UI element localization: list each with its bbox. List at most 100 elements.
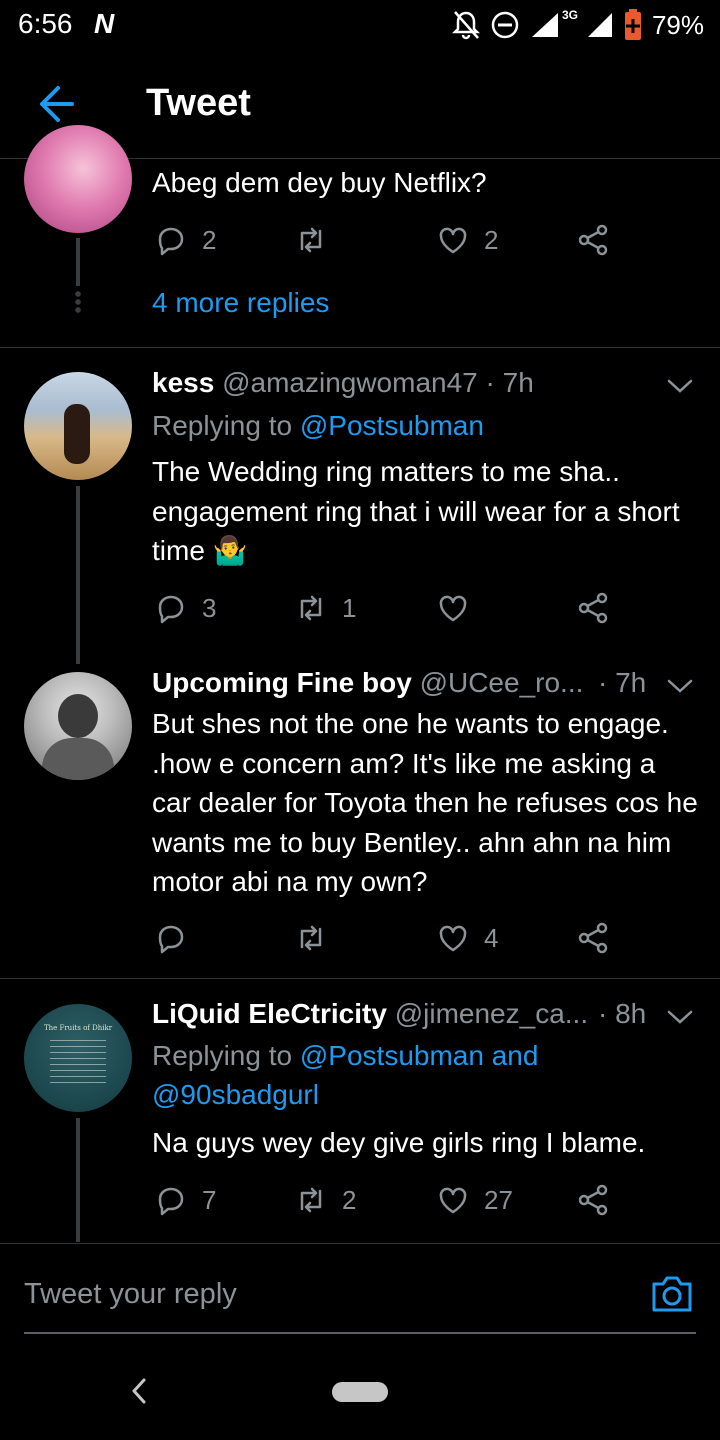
author-name[interactable]: LiQuid EleCtricity: [152, 998, 387, 1029]
heart-icon: [439, 925, 467, 952]
avatar[interactable]: The Fruits of Dhikr: [24, 1004, 132, 1112]
retweet-button[interactable]: 2: [294, 1180, 356, 1220]
avatar-figure: [64, 404, 90, 464]
thread-dots-icon: [74, 290, 82, 314]
reply-icon: [158, 925, 184, 954]
tweet-time: · 7h: [598, 667, 647, 698]
tweet-actions: 4: [152, 918, 672, 958]
reply-icon: [158, 1187, 184, 1216]
reply-count: 3: [202, 592, 217, 623]
replying-prefix: Replying to: [152, 1040, 293, 1071]
heart-icon: [439, 1187, 467, 1214]
chevron-down-icon[interactable]: [666, 376, 694, 396]
reply-input[interactable]: Tweet your reply: [24, 1278, 237, 1311]
nav-back-icon[interactable]: [128, 1376, 150, 1406]
like-button[interactable]: 4: [436, 918, 498, 958]
share-button[interactable]: [576, 918, 610, 958]
reply-composer: Tweet your reply: [0, 1243, 720, 1354]
tweet-header: kess @amazingwoman47 · 7h: [152, 367, 534, 399]
replying-to: Replying to @Postsubman and: [152, 1040, 538, 1072]
share-button[interactable]: [576, 220, 610, 260]
tweet-text: Na guys wey dey give girls ring I blame.: [152, 1127, 646, 1158]
reply-count: 2: [202, 224, 217, 255]
retweet-icon: [300, 1187, 322, 1213]
reply-button[interactable]: 7: [154, 1180, 216, 1220]
avatar-figure-body: [42, 738, 114, 780]
avatar-figure: [58, 694, 98, 738]
chevron-down-icon[interactable]: [666, 1007, 694, 1027]
reply-button[interactable]: 3: [154, 588, 216, 628]
status-time: 6:56: [18, 8, 73, 39]
tweet-header: LiQuid EleCtricity @jimenez_ca...: [152, 998, 592, 1030]
retweet-button[interactable]: [294, 918, 328, 958]
reply-icon: [158, 227, 184, 256]
carrier-logo-icon: N: [94, 8, 115, 39]
like-count: 27: [484, 1184, 513, 1215]
home-gesture-pill[interactable]: [332, 1382, 388, 1402]
signal-icon-2: [587, 13, 612, 37]
tweet-time: · 8h: [598, 998, 647, 1029]
share-icon: [578, 224, 608, 256]
avatar-text-lines: [50, 1040, 106, 1084]
thread-line: [76, 486, 80, 664]
reply-button[interactable]: [154, 918, 188, 958]
divider: [0, 347, 720, 348]
retweet-count: 1: [342, 592, 357, 623]
reply-underline: [24, 1332, 696, 1334]
tweet-header: Upcoming Fine boy @UCee_ro...: [152, 667, 622, 699]
signal-icon: [531, 13, 558, 37]
share-icon: [578, 922, 608, 954]
do-not-disturb-icon: [491, 11, 519, 39]
author-name[interactable]: Upcoming Fine boy: [152, 667, 412, 698]
avatar[interactable]: [24, 672, 132, 780]
network-type-label: 3G: [561, 8, 578, 22]
battery-icon: [624, 9, 641, 40]
reply-button[interactable]: 2: [154, 220, 216, 260]
retweet-button[interactable]: 1: [294, 588, 356, 628]
divider: [0, 978, 720, 979]
notifications-off-icon: [451, 11, 480, 40]
avatar[interactable]: [24, 125, 132, 233]
author-name[interactable]: kess: [152, 367, 214, 398]
thread-line: [76, 238, 80, 286]
status-bar: 6:56 N 3G 79%: [0, 0, 720, 52]
camera-icon[interactable]: [650, 1274, 694, 1314]
mention-link[interactable]: @Postsubman: [300, 410, 484, 441]
share-icon: [578, 592, 608, 624]
avatar-title: The Fruits of Dhikr: [43, 1024, 113, 1032]
heart-icon: [439, 227, 467, 254]
replying-to: Replying to @Postsubman: [152, 410, 484, 442]
thread-line: [76, 1118, 80, 1242]
mention-link[interactable]: @90sbadgurl: [152, 1079, 319, 1111]
like-button[interactable]: 27: [436, 1180, 513, 1220]
share-button[interactable]: [576, 1180, 610, 1220]
chevron-down-icon[interactable]: [666, 676, 694, 696]
tweet-time: · 7h: [485, 367, 534, 398]
tweet-text: The Wedding ring matters to me sha.. eng…: [152, 456, 680, 566]
retweet-icon: [300, 595, 322, 621]
battery-percent: 79%: [651, 9, 704, 40]
tweet-actions: 3 1: [152, 588, 672, 628]
share-icon: [578, 1184, 608, 1216]
retweet-count: 2: [342, 1184, 357, 1215]
more-replies-link[interactable]: 4 more replies: [152, 287, 329, 319]
like-button[interactable]: 2: [436, 220, 498, 260]
heart-icon: [439, 595, 467, 622]
reply-icon: [158, 595, 184, 624]
author-handle[interactable]: @amazingwoman47: [222, 367, 478, 398]
retweet-icon: [300, 925, 322, 951]
author-handle[interactable]: @UCee_ro...: [420, 667, 584, 698]
status-icons: 3G 79%: [451, 8, 704, 42]
back-arrow-icon[interactable]: [36, 80, 76, 128]
tweet-actions: 7 2 27: [152, 1180, 672, 1220]
retweet-button[interactable]: [294, 220, 328, 260]
reply-count: 7: [202, 1184, 217, 1215]
replying-prefix: Replying to: [152, 410, 293, 441]
mention-link[interactable]: @Postsubman and: [300, 1040, 539, 1071]
tweet-text: Abeg dem dey buy Netflix?: [152, 167, 487, 198]
author-handle[interactable]: @jimenez_ca...: [395, 998, 588, 1029]
share-button[interactable]: [576, 588, 610, 628]
like-button[interactable]: [436, 588, 470, 628]
page-title: Tweet: [146, 82, 251, 124]
avatar[interactable]: [24, 372, 132, 480]
